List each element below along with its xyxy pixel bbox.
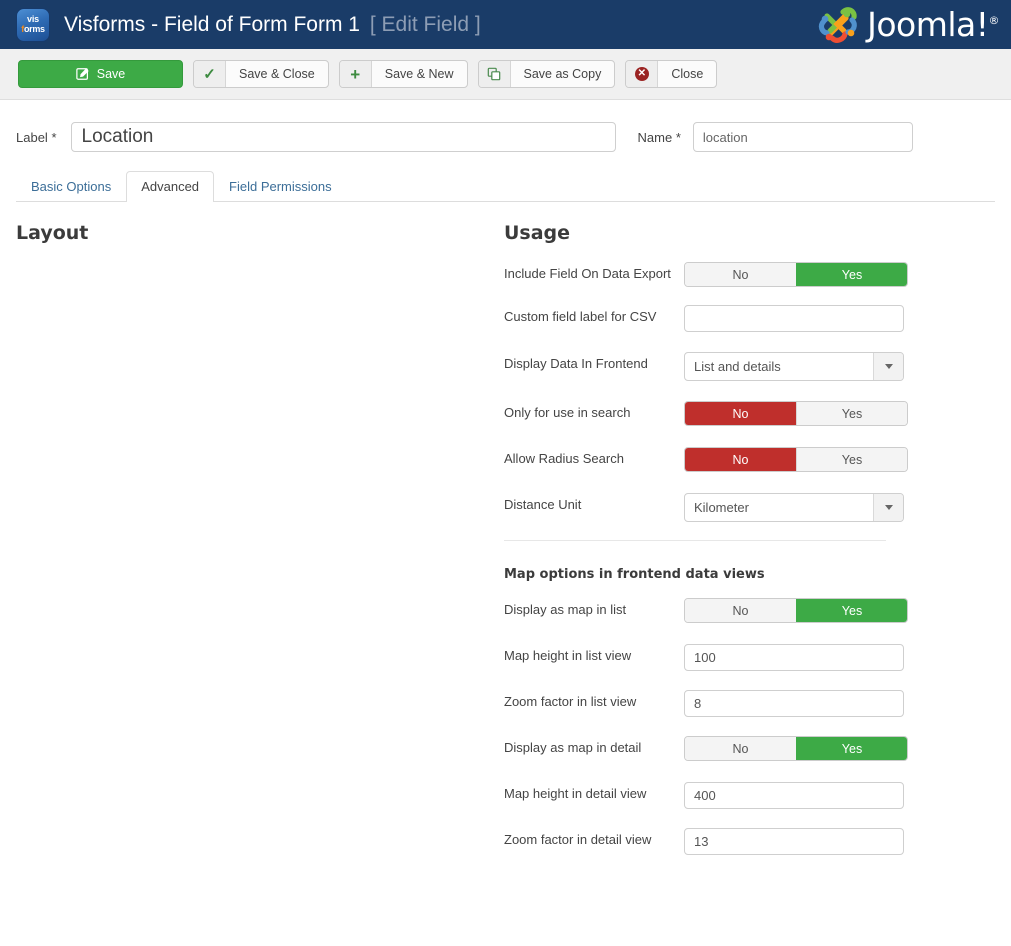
layout-column: Layout	[16, 222, 504, 855]
field-row-display-data-frontend: Display Data In Frontend List and detail…	[504, 352, 995, 381]
name-field-label: Name *	[637, 129, 681, 145]
app-header: vis forms Visforms - Field of Form Form …	[0, 0, 1011, 49]
save-and-new-label: Save & New	[384, 67, 454, 81]
toggle-display-map-detail[interactable]: No Yes	[684, 736, 908, 761]
toggle-display-map-list[interactable]: No Yes	[684, 598, 908, 623]
label-field-label: Label *	[16, 129, 57, 145]
tab-basic-options[interactable]: Basic Options	[16, 171, 126, 201]
select-display-data-frontend[interactable]: List and details	[684, 352, 904, 381]
input-map-height-detail[interactable]	[684, 782, 904, 809]
toggle-include-on-export[interactable]: No Yes	[684, 262, 908, 287]
usage-heading: Usage	[504, 222, 571, 244]
map-options-heading: Map options in frontend data views	[504, 567, 765, 582]
usage-column: Usage Include Field On Data Export No Ye…	[504, 222, 995, 855]
save-button-label: Save	[96, 67, 126, 81]
field-row-display-map-list: Display as map in list No Yes	[504, 598, 995, 623]
field-label-custom-csv-label: Custom field label for CSV	[504, 309, 657, 324]
field-label-map-height-list: Map height in list view	[504, 648, 632, 663]
field-label-map-height-detail: Map height in detail view	[504, 786, 647, 801]
field-label-distance-unit: Distance Unit	[504, 497, 582, 512]
field-label-zoom-detail: Zoom factor in detail view	[504, 832, 652, 847]
name-input[interactable]	[692, 122, 913, 152]
chevron-down-icon[interactable]	[873, 494, 903, 521]
field-label-include-on-export: Include Field On Data Export	[504, 266, 671, 281]
field-label-allow-radius-search: Allow Radius Search	[504, 451, 624, 466]
tab-field-permissions[interactable]: Field Permissions	[214, 171, 347, 201]
select-value-distance-unit: Kilometer	[694, 500, 749, 515]
field-row-zoom-detail: Zoom factor in detail view	[504, 828, 995, 855]
save-as-copy-label: Save as Copy	[523, 67, 602, 81]
page-title: Visforms - Field of Form Form 1 [ Edit F…	[64, 13, 481, 37]
copy-icon	[478, 61, 511, 87]
page-title-mode: [ Edit Field ]	[369, 12, 481, 36]
plus-icon: +	[339, 61, 372, 87]
close-button[interactable]: ✕ Close	[625, 60, 718, 88]
field-row-only-for-search: Only for use in search No Yes	[504, 401, 995, 426]
toggle-option-yes[interactable]: Yes	[796, 448, 907, 471]
toggle-option-no[interactable]: No	[685, 402, 796, 425]
input-custom-csv-label[interactable]	[684, 305, 904, 332]
joomla-brand: Joomla!®	[815, 5, 999, 45]
toggle-option-yes[interactable]: Yes	[796, 263, 907, 286]
layout-heading: Layout	[16, 222, 89, 244]
field-label-display-data-frontend: Display Data In Frontend	[504, 356, 648, 371]
input-map-height-list[interactable]	[684, 644, 904, 671]
save-as-copy-button[interactable]: Save as Copy	[477, 60, 616, 88]
joomla-logo-icon	[818, 6, 857, 43]
editor-toolbar: Save ✓ Save & Close + Save & New Save as…	[0, 49, 1011, 100]
field-row-map-height-detail: Map height in detail view	[504, 782, 995, 809]
save-and-new-button[interactable]: + Save & New	[338, 60, 468, 88]
select-distance-unit[interactable]: Kilometer	[684, 493, 904, 522]
check-icon: ✓	[194, 61, 226, 87]
close-button-label: Close	[671, 67, 704, 81]
pencil-icon	[76, 67, 90, 81]
field-row-display-map-detail: Display as map in detail No Yes	[504, 736, 995, 761]
field-row-allow-radius-search: Allow Radius Search No Yes	[504, 447, 995, 472]
field-row-custom-csv-label: Custom field label for CSV	[504, 305, 995, 332]
select-value-display-data-frontend: List and details	[694, 359, 781, 374]
toggle-allow-radius-search[interactable]: No Yes	[684, 447, 908, 472]
field-row-distance-unit: Distance Unit Kilometer	[504, 493, 995, 522]
label-input[interactable]	[70, 122, 616, 152]
section-divider	[504, 540, 886, 541]
save-and-close-button[interactable]: ✓ Save & Close	[193, 60, 329, 88]
input-zoom-list[interactable]	[684, 690, 904, 717]
toggle-option-yes[interactable]: Yes	[796, 737, 907, 760]
label-required-marker: *	[51, 129, 57, 145]
field-label-display-map-list: Display as map in list	[504, 602, 627, 617]
visforms-logo-line1: vis	[27, 14, 39, 24]
close-icon: ✕	[626, 61, 659, 87]
field-label-only-for-search: Only for use in search	[504, 405, 631, 420]
chevron-down-icon[interactable]	[873, 353, 903, 380]
field-label-zoom-list: Zoom factor in list view	[504, 694, 637, 709]
field-identity-row: Label * Name *	[0, 100, 1011, 152]
field-row-include-on-export: Include Field On Data Export No Yes	[504, 262, 995, 287]
toggle-only-for-search[interactable]: No Yes	[684, 401, 908, 426]
visforms-logo-icon: vis forms	[16, 7, 50, 42]
visforms-logo-line2: forms	[21, 24, 45, 34]
save-button[interactable]: Save	[18, 60, 183, 88]
tab-panel-advanced: Layout Usage Include Field On Data Expor…	[0, 202, 1011, 855]
save-and-close-label: Save & Close	[239, 67, 315, 81]
page-title-main: Visforms - Field of Form Form 1	[64, 12, 360, 36]
field-row-zoom-list: Zoom factor in list view	[504, 690, 995, 717]
toggle-option-yes[interactable]: Yes	[796, 599, 907, 622]
field-label-display-map-detail: Display as map in detail	[504, 740, 642, 755]
input-zoom-detail[interactable]	[684, 828, 904, 855]
field-tabs: Basic Options Advanced Field Permissions	[16, 171, 995, 202]
toggle-option-no[interactable]: No	[685, 263, 796, 286]
name-required-marker: *	[675, 129, 681, 145]
toggle-option-no[interactable]: No	[685, 448, 796, 471]
field-row-map-height-list: Map height in list view	[504, 644, 995, 671]
toggle-option-no[interactable]: No	[685, 737, 796, 760]
toggle-option-no[interactable]: No	[685, 599, 796, 622]
joomla-registered-mark: ®	[988, 14, 1000, 27]
toggle-option-yes[interactable]: Yes	[796, 402, 907, 425]
joomla-wordmark: Joomla!®	[867, 5, 999, 44]
tab-advanced[interactable]: Advanced	[126, 171, 215, 202]
